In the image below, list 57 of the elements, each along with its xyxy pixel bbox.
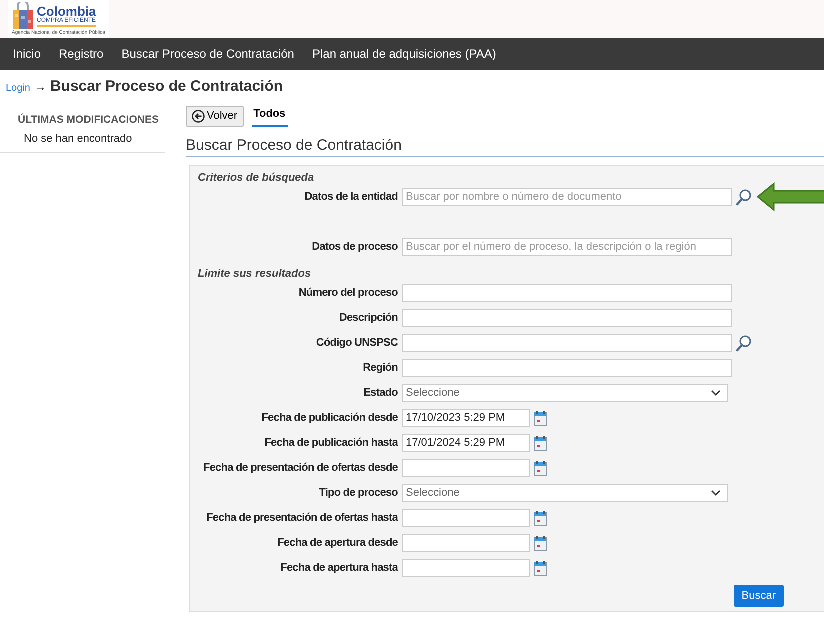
padlock-mosaic-icon xyxy=(12,2,34,30)
section-title: Limite sus resultados xyxy=(198,268,312,280)
text-field[interactable] xyxy=(402,309,732,327)
field-label: Datos de proceso xyxy=(311,241,398,253)
field-label: Estado xyxy=(362,387,398,399)
field-label: Descripción xyxy=(338,312,398,324)
empty-message: No se han encontrado xyxy=(0,127,165,153)
text-field[interactable] xyxy=(402,284,732,302)
calendar-icon[interactable] xyxy=(534,436,547,450)
date-field[interactable]: 17/10/2023 5:29 PM xyxy=(402,409,530,427)
field-label: Fecha de presentación de ofertas hasta xyxy=(206,512,398,524)
search-icon[interactable] xyxy=(736,334,752,352)
field-label: Número del proceso xyxy=(298,287,398,299)
tab[interactable]: Todos xyxy=(252,105,288,127)
date-field[interactable] xyxy=(402,559,530,577)
sidebar-title: ÚLTIMAS MODIFICACIONES xyxy=(17,112,160,127)
field-label: Código UNSPSC xyxy=(315,337,398,349)
calendar-icon[interactable] xyxy=(534,410,547,426)
section-title: Criterios de búsqueda xyxy=(198,172,316,184)
pointer-arrow xyxy=(756,182,824,212)
field-label: Fecha de publicación desde xyxy=(260,412,398,424)
section-heading: Buscar Proceso de Contratación xyxy=(186,137,824,157)
text-field[interactable]: Buscar por el número de proceso, la descripción o la región xyxy=(402,238,732,256)
calendar-icon[interactable] xyxy=(534,560,547,576)
field-label: Tipo de proceso xyxy=(318,487,398,499)
search-button[interactable]: Buscar xyxy=(734,585,784,607)
nav-link[interactable]: Buscar Proceso de Contratación xyxy=(112,47,304,61)
calendar-icon[interactable] xyxy=(534,536,547,550)
nav-link[interactable]: Registro xyxy=(50,47,113,61)
date-field[interactable] xyxy=(402,509,530,527)
date-field[interactable] xyxy=(402,534,530,552)
field-label: Datos de la entidad xyxy=(304,191,398,203)
search-icon[interactable] xyxy=(736,188,752,206)
field-label: Fecha de apertura hasta xyxy=(280,562,398,574)
chevron-down-icon xyxy=(711,490,721,496)
nav-link[interactable]: Plan anual de adquisiciones (PAA) xyxy=(303,47,506,61)
field-label: Fecha de publicación hasta xyxy=(264,437,398,449)
back-button[interactable]: Volver xyxy=(186,106,244,126)
nav-link[interactable]: Inicio xyxy=(4,47,50,61)
text-field[interactable] xyxy=(402,359,732,377)
logo-name: Colombia xyxy=(37,5,96,18)
left-arrow-circle-icon xyxy=(192,110,205,122)
chevron-down-icon xyxy=(711,390,721,396)
breadcrumb-separator: → xyxy=(34,80,46,94)
field-label: Región xyxy=(362,362,398,374)
date-field[interactable] xyxy=(402,459,530,477)
search-field[interactable] xyxy=(402,334,732,352)
breadcrumb-link[interactable]: Login xyxy=(6,83,30,94)
field-label: Fecha de presentación de ofertas desde xyxy=(202,462,398,474)
page-title: Buscar Proceso de Contratación xyxy=(50,78,284,95)
dropdown[interactable]: Seleccione xyxy=(402,484,728,502)
search-field[interactable]: Buscar por nombre o número de documento xyxy=(402,188,732,206)
field-label: Fecha de apertura desde xyxy=(276,537,398,549)
calendar-icon[interactable] xyxy=(534,460,547,476)
calendar-icon[interactable] xyxy=(534,510,547,526)
dropdown[interactable]: Seleccione xyxy=(402,384,728,402)
date-field[interactable]: 17/01/2024 5:29 PM xyxy=(402,434,530,452)
